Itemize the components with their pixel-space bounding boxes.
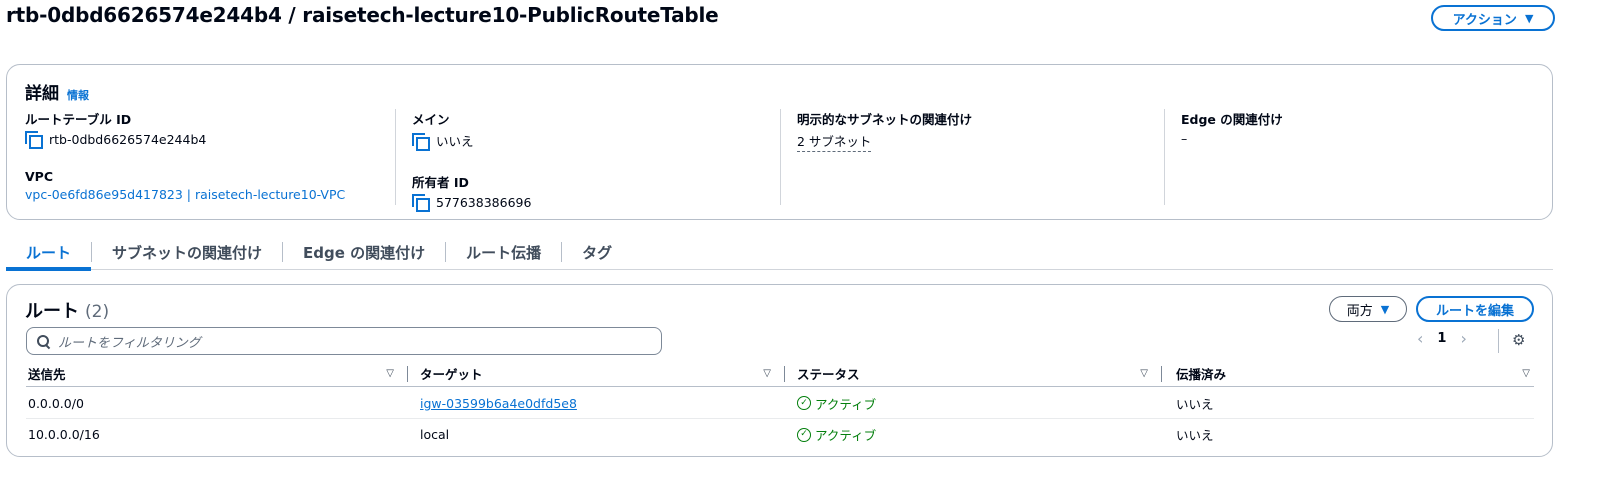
status-badge: ✓ アクティブ <box>797 425 876 444</box>
both-filter-dropdown[interactable]: 両方 ▼ <box>1329 296 1407 322</box>
cell-destination: 10.0.0.0/16 <box>28 427 100 442</box>
caret-down-icon: ▼ <box>1380 302 1390 316</box>
sort-icon[interactable]: ▽ <box>386 368 394 379</box>
routes-heading: ルート <box>25 301 79 322</box>
status-badge: ✓ アクティブ <box>797 394 876 413</box>
details-column-3: 明示的なサブネットの関連付け 2 サブネット <box>780 109 1165 205</box>
copy-icon[interactable] <box>412 132 430 151</box>
cell-destination: 0.0.0.0/0 <box>28 395 84 411</box>
cell-propagated: いいえ <box>1176 396 1214 412</box>
sort-icon[interactable]: ▽ <box>763 368 771 379</box>
page-title: rtb-0dbd6626574e244b4 / raisetech-lectur… <box>6 3 719 27</box>
owner-id-label: 所有者 ID <box>412 175 469 190</box>
pager-divider <box>1498 329 1499 353</box>
route-filter-placeholder: ルートをフィルタリング <box>58 335 201 351</box>
column-header-label: 伝播済み <box>1176 367 1227 382</box>
table-row[interactable]: 10.0.0.0/16 local ✓ アクティブ いいえ <box>26 419 1534 450</box>
owner-id-value: 577638386696 <box>436 194 532 210</box>
actions-button-label: アクション <box>1452 12 1517 28</box>
route-table-id-value: rtb-0dbd6626574e244b4 <box>49 131 207 147</box>
actions-button[interactable]: アクション ▼ <box>1431 5 1555 31</box>
tab-route-propagation[interactable]: ルート伝播 <box>446 234 561 270</box>
tab-edge-associations[interactable]: Edge の関連付け <box>283 234 445 270</box>
details-column-4: Edge の関連付け – <box>1164 109 1544 205</box>
column-header-label: ターゲット <box>420 367 483 382</box>
routes-count: (2) <box>85 302 110 322</box>
cell-target: local <box>420 427 450 442</box>
pagination: ‹ 1 › <box>1417 329 1467 348</box>
routes-panel: ルート (2) 両方 ▼ ルートを編集 ルートをフィルタリング ‹ 1 › ⚙ … <box>6 284 1553 457</box>
copy-icon[interactable] <box>25 131 43 149</box>
edge-association-label: Edge の関連付け <box>1181 112 1283 127</box>
column-header-status[interactable]: ステータス ▽ <box>785 361 1162 386</box>
current-page[interactable]: 1 <box>1437 331 1446 346</box>
details-column-1: ルートテーブル ID rtb-0dbd6626574e244b4 VPC vpc… <box>25 109 395 205</box>
column-header-label: 送信先 <box>28 367 66 382</box>
edit-routes-button[interactable]: ルートを編集 <box>1416 296 1534 322</box>
check-circle-icon: ✓ <box>797 427 811 442</box>
info-link[interactable]: 情報 <box>67 87 89 103</box>
tab-tags[interactable]: タグ <box>562 234 632 270</box>
details-heading: 詳細 <box>25 84 59 104</box>
sort-icon[interactable]: ▽ <box>1522 368 1530 379</box>
edge-association-value: – <box>1181 131 1188 146</box>
status-label: アクティブ <box>815 396 877 412</box>
vpc-link[interactable]: vpc-0e6fd86e95d417823 | raisetech-lectur… <box>25 187 395 202</box>
cell-propagated: いいえ <box>1176 428 1214 443</box>
gear-icon[interactable]: ⚙ <box>1512 333 1527 348</box>
tab-routes[interactable]: ルート <box>6 234 92 271</box>
column-header-target[interactable]: ターゲット ▽ <box>408 361 785 386</box>
previous-page-icon[interactable]: ‹ <box>1417 329 1423 348</box>
both-filter-label: 両方 <box>1346 303 1373 319</box>
check-circle-icon: ✓ <box>797 396 811 410</box>
column-header-propagated[interactable]: 伝播済み ▽ <box>1162 361 1534 386</box>
target-link[interactable]: igw-03599b6a4e0dfd5e8 <box>420 396 577 411</box>
routes-table-header: 送信先 ▽ ターゲット ▽ ステータス ▽ 伝播済み ▽ <box>26 361 1534 387</box>
column-header-label: ステータス <box>797 367 860 382</box>
column-header-destination[interactable]: 送信先 ▽ <box>26 361 408 386</box>
next-page-icon[interactable]: › <box>1460 329 1466 348</box>
sort-icon[interactable]: ▽ <box>1140 368 1148 379</box>
main-value: いいえ <box>436 134 474 149</box>
details-column-2: メイン いいえ 所有者 ID 577638386696 <box>395 109 781 212</box>
caret-down-icon: ▼ <box>1524 11 1534 25</box>
edit-routes-label: ルートを編集 <box>1435 303 1514 319</box>
vpc-label: VPC <box>25 169 54 184</box>
table-row[interactable]: 0.0.0.0/0 igw-03599b6a4e0dfd5e8 ✓ アクティブ … <box>26 388 1534 419</box>
explicit-subnet-label: 明示的なサブネットの関連付け <box>797 112 973 127</box>
copy-icon[interactable] <box>412 194 430 212</box>
search-icon <box>37 334 50 348</box>
route-table-id-label: ルートテーブル ID <box>25 112 132 127</box>
tab-list: ルート サブネットの関連付け Edge の関連付け ルート伝播 タグ <box>6 234 632 271</box>
explicit-subnet-value[interactable]: 2 サブネット <box>797 131 872 152</box>
tab-subnet-associations[interactable]: サブネットの関連付け <box>92 234 282 270</box>
details-panel: 詳細 情報 ルートテーブル ID rtb-0dbd6626574e244b4 V… <box>6 64 1553 220</box>
main-label: メイン <box>412 112 450 127</box>
route-filter-input[interactable]: ルートをフィルタリング <box>26 327 662 355</box>
status-label: アクティブ <box>815 428 877 443</box>
